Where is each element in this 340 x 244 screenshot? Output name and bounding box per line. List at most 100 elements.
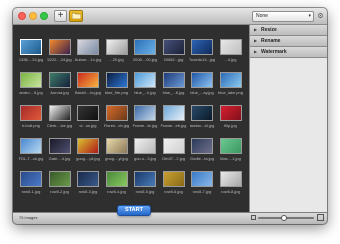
- image-thumbnail[interactable]: [77, 138, 99, 154]
- image-grid[interactable]: 1336....24.jpg 5222....24.jpg Autum....1x.…: [13, 25, 249, 212]
- thumbnail-image: [220, 172, 241, 186]
- image-thumbnail[interactable]: [162, 72, 185, 88]
- thumbnail-image: [106, 73, 127, 87]
- image-thumbnail[interactable]: [134, 72, 156, 88]
- minimize-window-button[interactable]: [29, 12, 37, 20]
- image-thumbnail[interactable]: [134, 171, 156, 187]
- action-rename[interactable]: ▶ Rename: [250, 36, 327, 47]
- small-thumbnail-icon: [251, 215, 256, 220]
- gear-icon[interactable]: ⚙: [316, 11, 325, 22]
- image-thumbnail[interactable]: [191, 39, 213, 55]
- start-button[interactable]: START: [117, 205, 151, 216]
- image-thumbnail[interactable]: [77, 171, 99, 187]
- disclosure-triangle-icon[interactable]: ▶: [254, 47, 257, 57]
- image-thumbnail[interactable]: [48, 138, 71, 154]
- preset-select-value: None: [256, 13, 268, 19]
- image-thumbnail[interactable]: [20, 138, 42, 154]
- thumbnail-image: [21, 106, 41, 120]
- image-thumbnail[interactable]: [219, 39, 242, 55]
- image-thumbnail[interactable]: [20, 72, 42, 88]
- image-thumbnail[interactable]: [162, 39, 185, 55]
- add-folder-button[interactable]: [69, 10, 83, 22]
- image-thumbnail[interactable]: [105, 105, 128, 121]
- thumbnail-image: [135, 73, 155, 87]
- thumbnail-image: [220, 139, 241, 153]
- image-thumbnail[interactable]: [48, 171, 71, 187]
- action-watermark[interactable]: ▶ Watermark: [250, 47, 327, 58]
- image-thumbnail[interactable]: [20, 39, 42, 55]
- thumbnail-filename: ...4.jpg: [224, 57, 237, 62]
- thumbnail-image: [163, 40, 184, 54]
- image-thumbnail[interactable]: [191, 72, 213, 88]
- thumbnail-image: [21, 172, 41, 186]
- thumbnail-image: [78, 139, 98, 153]
- thumbnail-image: [135, 139, 155, 153]
- thumbnail-image: [106, 172, 127, 186]
- image-thumbnail[interactable]: [162, 138, 185, 154]
- image-thumbnail[interactable]: [105, 39, 128, 55]
- thumbnail-filename: blue_lake.png: [218, 90, 243, 95]
- action-resize[interactable]: ▶ Resize: [250, 25, 327, 36]
- thumbnail-image: [49, 172, 70, 186]
- action-label: Resize: [261, 27, 277, 33]
- slider-knob[interactable]: [280, 215, 287, 221]
- thumbnail-image: [49, 40, 70, 54]
- thumbnail-image: [78, 172, 98, 186]
- preset-select[interactable]: None ▾: [252, 11, 314, 22]
- thumbnail-image: [163, 172, 184, 186]
- image-thumbnail[interactable]: [20, 105, 42, 121]
- app-window: + None ▾ ⚙ 1336....24.jpg 5222....24.jpg A…: [13, 8, 327, 224]
- image-thumbnail[interactable]: [77, 39, 99, 55]
- action-label: Rename: [261, 38, 281, 44]
- image-thumbnail[interactable]: [219, 105, 242, 121]
- image-thumbnail[interactable]: [219, 171, 242, 187]
- thumbnail-image: [220, 40, 241, 54]
- thumbnail-image: [106, 139, 127, 153]
- thumbnail-image: [135, 172, 155, 186]
- thumbnail-image: [192, 40, 212, 54]
- zoom-window-button[interactable]: [40, 12, 48, 20]
- thumbnail-filename: Mac....1.jpg: [220, 156, 241, 161]
- actions-sidebar: ▶ Resize ▶ Rename ▶ Watermark: [249, 25, 327, 212]
- image-thumbnail[interactable]: [134, 138, 156, 154]
- thumbnail-image: [106, 40, 127, 54]
- image-thumbnail[interactable]: [48, 39, 71, 55]
- image-thumbnail[interactable]: [162, 105, 185, 121]
- image-thumbnail[interactable]: [162, 171, 185, 187]
- thumbnail-image: [49, 139, 70, 153]
- image-thumbnail[interactable]: [191, 105, 213, 121]
- image-thumbnail[interactable]: [77, 72, 99, 88]
- close-window-button[interactable]: [18, 12, 26, 20]
- thumbnail-filename: row5-8.jpg: [221, 189, 240, 194]
- thumbnail-image: [163, 139, 184, 153]
- folder-icon: [71, 12, 81, 19]
- thumbnail-image: [135, 106, 155, 120]
- thumbnail-image: [21, 40, 41, 54]
- image-thumbnail[interactable]: [20, 171, 42, 187]
- image-thumbnail[interactable]: [77, 105, 99, 121]
- add-images-button[interactable]: +: [54, 10, 67, 22]
- thumbnail-image: [163, 106, 184, 120]
- thumbnail-image: [163, 73, 184, 87]
- thumbnail-image: [192, 172, 212, 186]
- image-thumbnail[interactable]: [219, 138, 242, 154]
- thumbnail-size-slider[interactable]: [258, 215, 314, 221]
- disclosure-triangle-icon[interactable]: ▶: [254, 25, 257, 35]
- image-thumbnail[interactable]: [191, 138, 213, 154]
- thumbnail-image: [192, 106, 212, 120]
- action-label: Watermark: [261, 49, 287, 55]
- disclosure-triangle-icon[interactable]: ▶: [254, 36, 257, 46]
- thumbnail-image: [135, 40, 155, 54]
- image-thumbnail[interactable]: [134, 105, 156, 121]
- image-thumbnail[interactable]: [134, 39, 156, 55]
- image-thumbnail[interactable]: [191, 171, 213, 187]
- image-thumbnail[interactable]: [105, 138, 128, 154]
- image-thumbnail[interactable]: [219, 72, 242, 88]
- image-thumbnail[interactable]: [48, 72, 71, 88]
- image-thumbnail[interactable]: [105, 171, 128, 187]
- image-thumbnail[interactable]: [105, 72, 128, 88]
- thumbnail-image: [49, 73, 70, 87]
- thumbnail-image: [220, 73, 241, 87]
- image-thumbnail[interactable]: [48, 105, 71, 121]
- thumbnail-image: [192, 139, 212, 153]
